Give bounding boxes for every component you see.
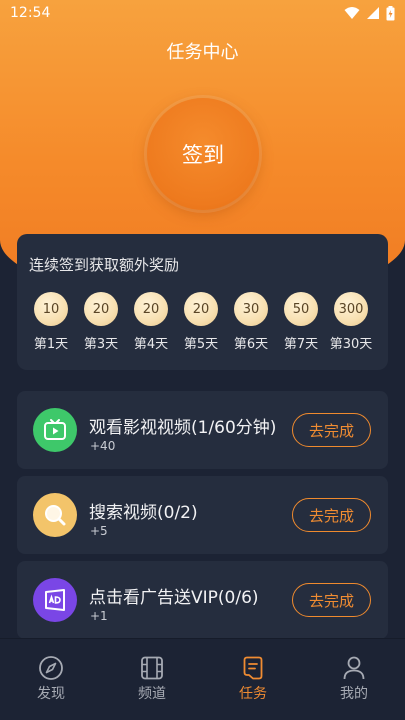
day-label: 第6天	[233, 337, 269, 352]
task-title: 搜索视频(0/2)	[89, 503, 198, 523]
task-list-icon	[243, 656, 263, 680]
streak-day: 50 第7天	[276, 292, 326, 352]
tab-tasks[interactable]: 任务	[218, 655, 288, 703]
tab-profile[interactable]: 我的	[319, 655, 389, 703]
user-icon	[343, 656, 365, 680]
battery-icon	[386, 5, 395, 20]
checkin-label: 签到	[182, 143, 224, 167]
reward-coin: 300	[334, 292, 368, 326]
task-title: 点击看广告送VIP(0/6)	[89, 588, 259, 608]
task-reward: +40	[90, 439, 116, 453]
compass-icon	[39, 656, 63, 680]
reward-coin: 20	[84, 292, 118, 326]
streak-day: 20 第4天	[126, 292, 176, 352]
day-label: 第1天	[33, 337, 69, 352]
status-bar: 12:54	[0, 0, 405, 26]
tab-label: 发现	[37, 686, 65, 702]
tab-label: 我的	[340, 686, 368, 702]
complete-task-button[interactable]: 去完成	[292, 413, 371, 447]
tab-discover[interactable]: 发现	[16, 655, 86, 703]
day-label: 第4天	[133, 337, 169, 352]
ad-icon	[33, 578, 77, 622]
reward-coin: 50	[284, 292, 318, 326]
search-icon	[33, 493, 77, 537]
streak-day: 30 第6天	[226, 292, 276, 352]
checkin-button[interactable]: 签到	[147, 98, 259, 210]
task-title: 观看影视视频(1/60分钟)	[89, 418, 277, 438]
tab-label: 频道	[138, 686, 166, 702]
bottom-tab-bar: 发现 频道 任务 我的	[0, 638, 405, 720]
page-title: 任务中心	[166, 42, 239, 63]
signal-icon	[367, 7, 379, 19]
streak-days: 10 第1天 20 第3天 20 第4天 20 第5天 30 第6天 50 第7…	[34, 292, 379, 362]
streak-day: 20 第3天	[76, 292, 126, 352]
status-time: 12:54	[10, 5, 51, 21]
tab-channels[interactable]: 频道	[117, 655, 187, 703]
reward-coin: 20	[184, 292, 218, 326]
reward-coin: 10	[34, 292, 68, 326]
tab-label: 任务	[239, 686, 267, 702]
day-label: 第7天	[283, 337, 319, 352]
tv-icon	[33, 408, 77, 452]
task-item-watch-ad: 点击看广告送VIP(0/6) +1 去完成	[17, 561, 388, 639]
streak-day: 10 第1天	[26, 292, 76, 352]
streak-day: 20 第5天	[176, 292, 226, 352]
task-item-search-video: 搜索视频(0/2) +5 去完成	[17, 476, 388, 554]
film-icon	[141, 656, 163, 680]
complete-task-button[interactable]: 去完成	[292, 498, 371, 532]
reward-coin: 30	[234, 292, 268, 326]
streak-day: 300 第30天	[326, 292, 376, 352]
streak-title: 连续签到获取额外奖励	[29, 256, 180, 274]
reward-coin: 20	[134, 292, 168, 326]
complete-task-button[interactable]: 去完成	[292, 583, 371, 617]
task-item-watch-video: 观看影视视频(1/60分钟) +40 去完成	[17, 391, 388, 469]
day-label: 第5天	[183, 337, 219, 352]
streak-rewards-card: 连续签到获取额外奖励 10 第1天 20 第3天 20 第4天 20 第5天 3…	[17, 234, 388, 370]
task-reward: +1	[90, 609, 108, 623]
day-label: 第3天	[83, 337, 119, 352]
wifi-icon	[344, 7, 360, 19]
day-label: 第30天	[329, 337, 373, 352]
task-reward: +5	[90, 524, 108, 538]
